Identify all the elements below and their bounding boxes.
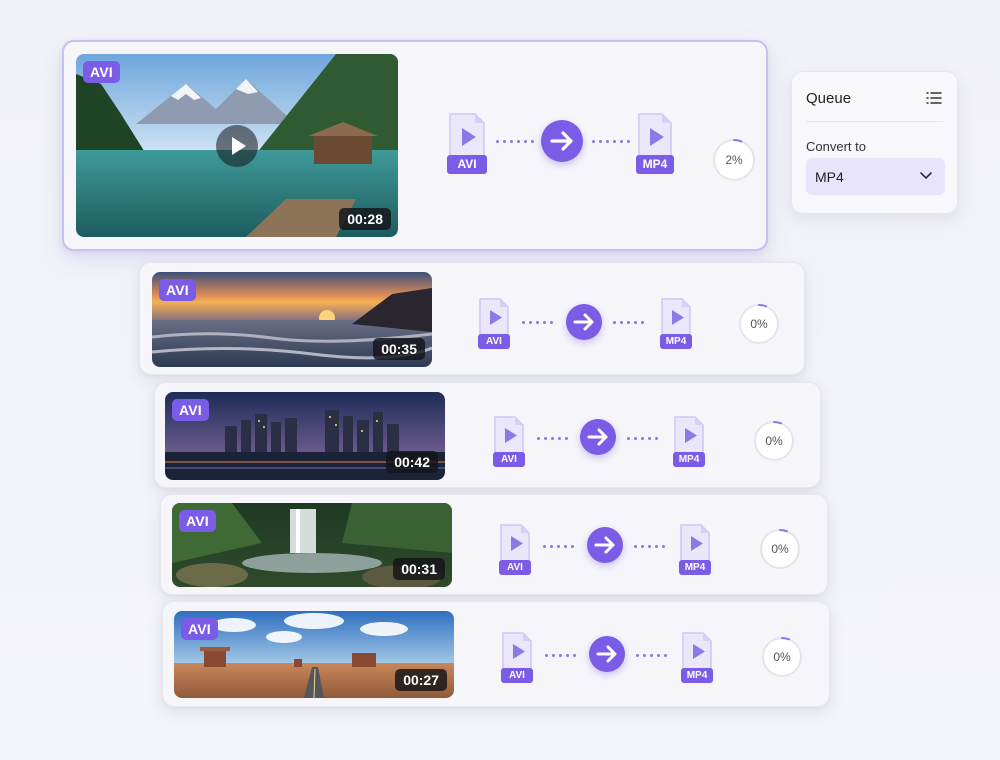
source-format-badge: AVI bbox=[179, 510, 216, 532]
source-format-badge: AVI bbox=[83, 61, 120, 83]
target-file-icon: MP4 bbox=[679, 523, 711, 575]
convert-arrow-button[interactable] bbox=[566, 304, 602, 340]
source-file-label: AVI bbox=[499, 560, 531, 575]
video-thumbnail[interactable]: AVI 00:31 bbox=[172, 503, 452, 587]
progress-percent: 0% bbox=[750, 317, 768, 331]
output-format-select[interactable]: MP4 bbox=[806, 158, 945, 195]
progress-dots-right bbox=[634, 654, 670, 657]
queue-divider bbox=[806, 121, 943, 122]
convert-to-label: Convert to bbox=[806, 139, 866, 154]
source-file-label: AVI bbox=[478, 334, 510, 349]
source-file-label: AVI bbox=[493, 452, 525, 467]
duration-badge: 00:28 bbox=[339, 208, 391, 230]
duration-badge: 00:42 bbox=[386, 451, 438, 473]
progress-dots-left bbox=[541, 545, 577, 548]
video-thumbnail[interactable]: AVI 00:35 bbox=[152, 272, 432, 367]
source-file-label: AVI bbox=[501, 668, 533, 683]
convert-arrow-button[interactable] bbox=[587, 527, 623, 563]
convert-arrow-button[interactable] bbox=[580, 419, 616, 455]
conversion-row[interactable]: AVI 00:27 AVI MP4 0% bbox=[162, 601, 830, 707]
play-button[interactable] bbox=[216, 124, 258, 167]
target-file-icon: MP4 bbox=[636, 112, 674, 174]
source-file-icon: AVI bbox=[447, 112, 487, 174]
arrow-right-icon bbox=[573, 313, 594, 331]
progress-ring: 0% bbox=[738, 303, 780, 345]
target-file-icon: MP4 bbox=[681, 631, 713, 683]
progress-dots-right bbox=[625, 437, 661, 440]
progress-ring: 0% bbox=[761, 636, 803, 678]
conversion-row[interactable]: AVI 00:31 AVI MP4 0% bbox=[160, 494, 828, 595]
source-file-label: AVI bbox=[447, 155, 487, 174]
progress-dots-left bbox=[535, 437, 571, 440]
list-icon[interactable] bbox=[926, 91, 942, 109]
conversion-row[interactable]: AVI 00:28 AVI MP4 2% bbox=[62, 40, 768, 251]
video-thumbnail[interactable]: AVI 00:42 bbox=[165, 392, 445, 480]
target-file-label: MP4 bbox=[660, 334, 692, 349]
progress-percent: 0% bbox=[765, 434, 783, 448]
arrow-right-icon bbox=[550, 131, 573, 151]
target-file-label: MP4 bbox=[679, 560, 711, 575]
progress-ring: 0% bbox=[753, 420, 795, 462]
target-file-label: MP4 bbox=[636, 155, 674, 174]
video-thumbnail[interactable]: AVI 00:27 bbox=[174, 611, 454, 698]
progress-dots-right bbox=[632, 545, 668, 548]
duration-badge: 00:35 bbox=[373, 338, 425, 360]
video-thumbnail[interactable]: AVI 00:28 bbox=[76, 54, 398, 237]
source-file-icon: AVI bbox=[493, 415, 525, 467]
source-file-icon: AVI bbox=[501, 631, 533, 683]
arrow-right-icon bbox=[596, 645, 617, 663]
conversion-row[interactable]: AVI 00:42 AVI MP4 0% bbox=[154, 382, 821, 488]
duration-badge: 00:31 bbox=[393, 558, 445, 580]
target-file-label: MP4 bbox=[673, 452, 705, 467]
source-format-badge: AVI bbox=[172, 399, 209, 421]
progress-dots-right bbox=[611, 321, 647, 324]
duration-badge: 00:27 bbox=[395, 669, 447, 691]
source-file-icon: AVI bbox=[478, 297, 510, 349]
progress-percent: 0% bbox=[773, 650, 791, 664]
progress-percent: 2% bbox=[725, 153, 743, 167]
source-format-badge: AVI bbox=[181, 618, 218, 640]
convert-arrow-button[interactable] bbox=[589, 636, 625, 672]
conversion-row[interactable]: AVI 00:35 AVI MP4 0% bbox=[139, 262, 805, 375]
arrow-right-icon bbox=[594, 536, 615, 554]
progress-dots-left bbox=[494, 140, 534, 143]
progress-dots-left bbox=[520, 321, 556, 324]
target-file-label: MP4 bbox=[681, 668, 713, 683]
progress-ring: 2% bbox=[712, 138, 756, 182]
arrow-right-icon bbox=[587, 428, 608, 446]
target-file-icon: MP4 bbox=[660, 297, 692, 349]
progress-percent: 0% bbox=[771, 542, 789, 556]
chevron-down-icon bbox=[920, 172, 932, 179]
target-file-icon: MP4 bbox=[673, 415, 705, 467]
progress-dots-right bbox=[590, 140, 630, 143]
source-format-badge: AVI bbox=[159, 279, 196, 301]
progress-dots-left bbox=[543, 654, 579, 657]
queue-title: Queue bbox=[806, 90, 852, 107]
selected-format: MP4 bbox=[815, 169, 844, 185]
convert-arrow-button[interactable] bbox=[541, 120, 583, 162]
progress-ring: 0% bbox=[759, 528, 801, 570]
queue-panel: Queue Convert to MP4 bbox=[791, 71, 958, 214]
source-file-icon: AVI bbox=[499, 523, 531, 575]
